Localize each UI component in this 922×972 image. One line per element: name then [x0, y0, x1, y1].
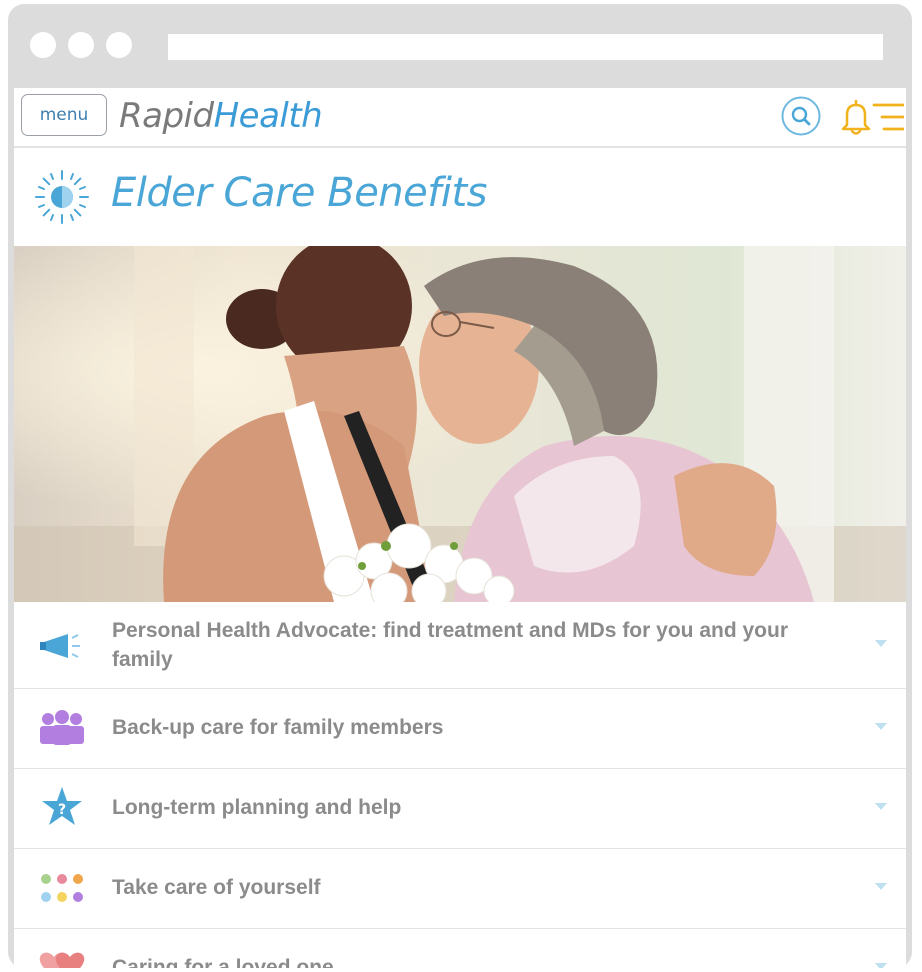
notifications-button[interactable] [838, 98, 874, 136]
top-bar: menu RapidHealth [14, 88, 906, 148]
browser-frame: menu RapidHealth Elder Care Benefits Per… [8, 4, 912, 968]
family-icon [40, 710, 84, 745]
dots-grid-icon [41, 874, 83, 902]
chevron-down-icon[interactable] [874, 801, 888, 811]
hearts-icon [39, 952, 85, 968]
list-item[interactable]: Take care of yourself [14, 849, 906, 929]
list-item-label: Caring for a loved one [112, 956, 334, 968]
window-controls [30, 32, 132, 58]
page-header: Elder Care Benefits [14, 148, 906, 246]
chevron-down-icon[interactable] [874, 881, 888, 891]
list-item[interactable]: Back-up care for family members [14, 689, 906, 769]
window-close-button[interactable] [30, 32, 56, 58]
sun-icon [35, 170, 89, 224]
hero-photo-two-women-hugging [14, 246, 906, 602]
hero-image [14, 246, 906, 602]
logo-text-rapid: Rapid [119, 96, 214, 136]
list-item[interactable]: Personal Health Advocate: find treatment… [14, 604, 906, 689]
list-item-label: Back-up care for family members [112, 716, 444, 739]
list-item-label: Take care of yourself [112, 876, 321, 899]
app-logo[interactable]: RapidHealth [119, 96, 323, 136]
logo-text-health: Health [213, 96, 323, 136]
chevron-down-icon[interactable] [874, 638, 888, 648]
search-button[interactable] [781, 96, 821, 136]
address-bar[interactable] [168, 34, 883, 60]
search-icon [781, 96, 821, 136]
star-question-icon: ? [42, 787, 82, 825]
chevron-down-icon[interactable] [874, 721, 888, 731]
list-item-label: Personal Health Advocate: find treatment… [112, 619, 788, 671]
megaphone-icon [40, 634, 80, 658]
chevron-down-icon[interactable] [874, 961, 888, 968]
bell-icon [841, 99, 871, 135]
page-title: Elder Care Benefits [111, 170, 488, 216]
list-item[interactable]: ? Long-term planning and help [14, 769, 906, 849]
benefits-list: Personal Health Advocate: find treatment… [14, 604, 906, 968]
hamburger-menu-button[interactable] [870, 102, 905, 132]
app-screen: menu RapidHealth Elder Care Benefits Per… [14, 88, 906, 968]
window-maximize-button[interactable] [106, 32, 132, 58]
list-item[interactable]: Caring for a loved one [14, 929, 906, 968]
svg-text:?: ? [58, 802, 66, 818]
hamburger-icon [872, 103, 905, 131]
menu-button[interactable]: menu [21, 94, 107, 136]
window-minimize-button[interactable] [68, 32, 94, 58]
list-item-label: Long-term planning and help [112, 796, 402, 819]
